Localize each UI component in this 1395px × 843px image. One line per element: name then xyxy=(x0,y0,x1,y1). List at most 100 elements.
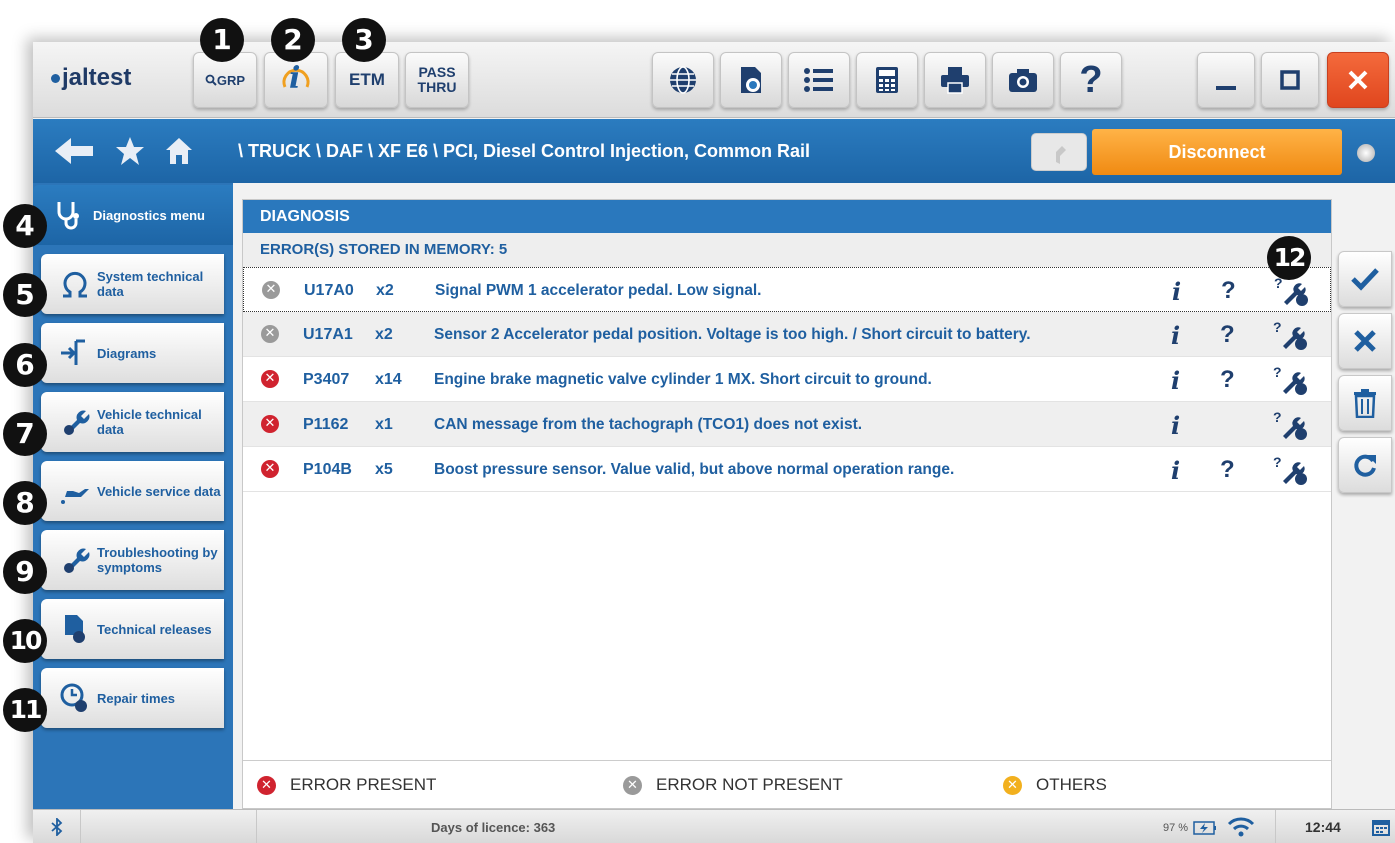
calculator-button[interactable] xyxy=(856,52,918,108)
info-icon[interactable]: i xyxy=(1171,411,1180,440)
error-code: P104B xyxy=(303,461,352,478)
sidebar-item-system-technical-data[interactable]: System technical data xyxy=(41,254,224,314)
refresh-icon xyxy=(1354,454,1376,477)
help-icon: ? xyxy=(1079,58,1103,101)
printer-icon xyxy=(941,67,969,94)
home-icon[interactable] xyxy=(165,136,193,166)
legend-label: ERROR PRESENT xyxy=(290,775,437,794)
repair-guide-icon[interactable]: ? xyxy=(1273,455,1309,485)
calculator-icon xyxy=(876,67,898,93)
help-icon[interactable]: ? xyxy=(1220,321,1235,349)
legend-error-present: ✕ ERROR PRESENT xyxy=(257,775,436,795)
back-arrow-icon[interactable] xyxy=(53,136,95,166)
error-not-present-icon: ✕ xyxy=(261,325,279,343)
table-row[interactable]: ✕ P104B x5 Boost pressure sensor. Value … xyxy=(243,447,1331,492)
error-description: Signal PWM 1 accelerator pedal. Low sign… xyxy=(435,281,762,299)
help-icon[interactable]: ? xyxy=(1220,366,1235,394)
svg-text:?: ? xyxy=(1273,320,1282,335)
sidebar-item-technical-releases[interactable]: Technical releases xyxy=(41,599,224,659)
legend-error-not-present: ✕ ERROR NOT PRESENT xyxy=(623,775,843,795)
document-view-button[interactable] xyxy=(720,52,782,108)
table-row[interactable]: ✕ U17A1 x2 Sensor 2 Accelerator pedal po… xyxy=(243,312,1331,357)
delete-button[interactable] xyxy=(1338,375,1392,431)
info-icon[interactable]: i xyxy=(1171,366,1180,395)
callout-badge-10: 10 xyxy=(3,619,47,663)
error-code: P3407 xyxy=(303,371,350,388)
repair-guide-icon[interactable]: ? xyxy=(1273,410,1309,440)
repair-guide-icon[interactable]: ? xyxy=(1273,365,1309,395)
repair-guide-icon[interactable]: ? xyxy=(1273,320,1309,350)
passthru-button[interactable]: PASS THRU xyxy=(405,52,469,108)
info-icon[interactable]: i xyxy=(1171,321,1180,350)
others-icon: ✕ xyxy=(1003,775,1022,795)
repair-guide-icon[interactable]: ? xyxy=(1274,276,1310,306)
legend: ✕ ERROR PRESENT ✕ ERROR NOT PRESENT ✕ OT… xyxy=(243,760,1331,808)
check-icon xyxy=(1351,268,1379,291)
sidebar-item-label: Troubleshooting by symptoms xyxy=(97,545,218,575)
diagram-icon xyxy=(61,339,85,365)
help-button[interactable]: ? xyxy=(1060,52,1122,108)
error-code: U17A1 xyxy=(303,326,353,343)
error-present-icon: ✕ xyxy=(261,370,279,388)
error-code: P1162 xyxy=(303,416,349,433)
disconnect-button[interactable]: Disconnect xyxy=(1092,129,1342,175)
accept-button[interactable] xyxy=(1338,251,1392,307)
licence-days: Days of licence: 363 xyxy=(431,820,556,835)
help-icon[interactable]: ? xyxy=(1221,277,1236,305)
camera-button[interactable] xyxy=(992,52,1054,108)
svg-text:?: ? xyxy=(1273,410,1282,425)
error-description: Boost pressure sensor. Value valid, but … xyxy=(434,460,955,478)
clock: 12:44 xyxy=(1305,819,1341,835)
help-icon[interactable]: ? xyxy=(1220,456,1235,484)
plug-button[interactable] xyxy=(1031,133,1087,171)
globe-button[interactable] xyxy=(652,52,714,108)
trash-icon xyxy=(1354,389,1376,418)
maximize-icon xyxy=(1280,70,1300,90)
clock-globe-icon xyxy=(60,683,87,712)
info-icon[interactable]: i xyxy=(1171,456,1180,485)
info-icon[interactable]: i xyxy=(1172,277,1181,306)
ohm-icon xyxy=(63,271,87,298)
callout-badge-6: 6 xyxy=(3,343,47,387)
refresh-button[interactable] xyxy=(1338,437,1392,493)
sidebar-item-label: Vehicle service data xyxy=(97,483,221,499)
grp-label: GRP xyxy=(216,72,246,88)
battery-charging-icon xyxy=(1193,821,1217,835)
favorites-star-icon[interactable] xyxy=(115,136,145,166)
table-row[interactable]: ✕ P1162 x1 CAN message from the tachogra… xyxy=(243,402,1331,447)
sidebar-item-troubleshooting[interactable]: Troubleshooting by symptoms xyxy=(41,530,224,590)
minimize-button[interactable] xyxy=(1197,52,1255,108)
calendar-icon[interactable] xyxy=(1371,817,1391,837)
app-logo: jaltest xyxy=(51,64,131,92)
sidebar-item-label: Repair times xyxy=(97,690,176,706)
list-button[interactable] xyxy=(788,52,850,108)
close-button[interactable] xyxy=(1327,52,1389,108)
navigation-bar: \ TRUCK \ DAF \ XF E6 \ PCI, Diesel Cont… xyxy=(33,119,1395,183)
breadcrumb: \ TRUCK \ DAF \ XF E6 \ PCI, Diesel Cont… xyxy=(238,141,811,161)
status-cell xyxy=(81,810,257,843)
table-row[interactable]: ✕ P3407 x14 Engine brake magnetic valve … xyxy=(243,357,1331,402)
error-count: x14 xyxy=(375,371,402,388)
callout-badge-5: 5 xyxy=(3,273,47,317)
print-button[interactable] xyxy=(924,52,986,108)
error-present-icon: ✕ xyxy=(257,775,276,795)
close-icon xyxy=(1348,70,1368,90)
error-description: Sensor 2 Accelerator pedal position. Vol… xyxy=(434,325,1031,343)
globe-icon xyxy=(670,66,696,94)
sidebar-item-diagrams[interactable]: Diagrams xyxy=(41,323,224,383)
callout-badge-3: 3 xyxy=(342,18,386,62)
sidebar-item-vehicle-service-data[interactable]: Vehicle service data xyxy=(41,461,224,521)
error-description: Engine brake magnetic valve cylinder 1 M… xyxy=(434,370,932,388)
wrench-globe-icon xyxy=(64,548,90,573)
cancel-button[interactable] xyxy=(1338,313,1392,369)
status-bar: Days of licence: 363 97 % 12:44 xyxy=(33,809,1395,843)
sidebar-item-vehicle-technical-data[interactable]: Vehicle technical data xyxy=(41,392,224,452)
maximize-button[interactable] xyxy=(1261,52,1319,108)
legend-label: ERROR NOT PRESENT xyxy=(656,775,843,794)
table-row[interactable]: ✕ U17A0 x2 Signal PWM 1 accelerator peda… xyxy=(243,267,1331,312)
sidebar-item-label: Vehicle technical data xyxy=(97,407,202,437)
oil-can-icon xyxy=(61,489,89,504)
sidebar-item-repair-times[interactable]: Repair times xyxy=(41,668,224,728)
sidebar-item-diagnostics-menu[interactable]: Diagnostics menu xyxy=(33,185,233,245)
minimize-icon xyxy=(1216,86,1236,90)
